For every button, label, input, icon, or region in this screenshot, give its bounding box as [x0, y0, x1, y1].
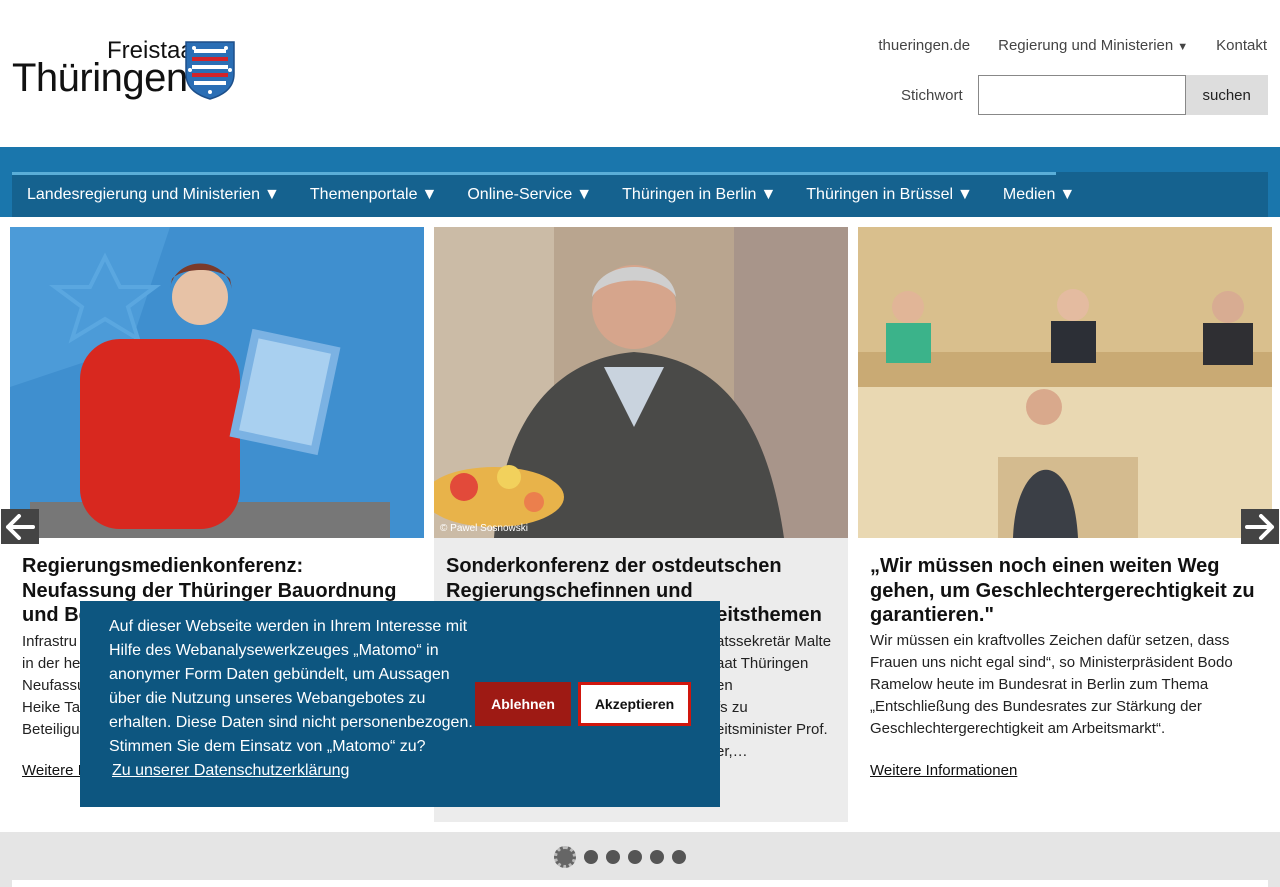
news-photo-bundesrat [858, 227, 1272, 538]
news-card-more-link[interactable]: Weitere I [22, 762, 82, 779]
mainnav-item-berlin[interactable]: Thüringen in Berlin ▼ [622, 186, 776, 204]
caret-down-icon: ▼ [957, 185, 973, 203]
cookie-message: Auf dieser Webseite werden in Ihrem Inte… [109, 618, 473, 755]
content-strip [12, 880, 1268, 887]
decline-button[interactable]: Ablehnen [475, 682, 571, 726]
news-card-title[interactable]: Sonderkonferenz der ostdeutschen Regieru… [446, 554, 842, 603]
carousel-dot-4[interactable] [628, 850, 642, 864]
carousel-dot-1[interactable] [554, 846, 576, 868]
mainnav-item-online-service[interactable]: Online-Service ▼ [467, 186, 592, 204]
caret-down-icon: ▼ [264, 185, 280, 203]
news-card-more-link[interactable]: Weitere Informationen [870, 762, 1017, 779]
photo-credit: © Pawel Sosnowski [440, 523, 528, 534]
carousel-dot-3[interactable] [606, 850, 620, 864]
site-logo[interactable]: Freistaat Thüringen [12, 38, 240, 102]
mainnav-item-bruessel[interactable]: Thüringen in Brüssel ▼ [806, 186, 973, 204]
accept-button[interactable]: Akzeptieren [578, 682, 691, 726]
mainnav-item-landesregierung[interactable]: Landesregierung und Ministerien ▼ [27, 186, 280, 204]
carousel-dot-5[interactable] [650, 850, 664, 864]
mainnav-item-themenportale[interactable]: Themenportale ▼ [310, 186, 437, 204]
news-card-teaser: Wir müssen ein kraftvolles Zeichen dafür… [870, 632, 1233, 737]
cookie-consent-banner: Auf dieser Webseite werden in Ihrem Inte… [80, 601, 720, 807]
topnav-link-regierung[interactable]: Regierung und Ministerien ▼ [998, 37, 1188, 54]
news-card-title[interactable]: „Wir müssen noch einen weiten Weg gehen,… [870, 554, 1266, 628]
coat-of-arms-icon [185, 41, 235, 100]
privacy-policy-link[interactable]: Zu unserer Datenschutzerklärung [112, 762, 349, 780]
search-button[interactable]: suchen [1185, 75, 1268, 115]
logo-line-thueringen: Thüringen [12, 56, 188, 100]
news-photo-conference: © Pawel Sosnowski [434, 227, 848, 538]
news-card[interactable]: „Wir müssen noch einen weiten Weg gehen,… [858, 227, 1272, 822]
carousel-dot-6[interactable] [672, 850, 686, 864]
arrow-right-icon [1245, 513, 1274, 540]
search-label: Stichwort [901, 86, 963, 104]
caret-down-icon: ▼ [1177, 41, 1189, 53]
caret-down-icon: ▼ [576, 185, 593, 203]
site-header: Freistaat Thüringen thueringen.de Regier… [0, 0, 1280, 147]
mainnav-item-medien[interactable]: Medien ▼ [1003, 186, 1075, 204]
arrow-left-icon [6, 513, 35, 540]
topnav-link-thueringen[interactable]: thueringen.de [878, 37, 970, 54]
main-navigation: Landesregierung und Ministerien ▼ Themenp… [12, 172, 1268, 217]
search-input[interactable] [977, 75, 1186, 115]
top-navigation: thueringen.de Regierung und Ministerien ▼… [878, 37, 1267, 54]
carousel-prev-button[interactable] [1, 509, 39, 544]
nav-accent-line [12, 172, 1056, 175]
caret-down-icon: ▼ [421, 185, 438, 203]
news-card-title-tail: heitsthemen [704, 604, 822, 626]
carousel-dot-2[interactable] [584, 850, 598, 864]
caret-down-icon: ▼ [760, 185, 777, 203]
news-card-teaser: atssekretär Malte aat Thüringen en fs zu… [716, 633, 832, 760]
topnav-link-kontakt[interactable]: Kontakt [1216, 37, 1267, 54]
search-form: Stichwort suchen [901, 75, 1268, 115]
carousel-pager [554, 846, 686, 868]
caret-down-icon: ▼ [1059, 185, 1076, 203]
news-photo-minister-report [10, 227, 424, 538]
carousel-next-button[interactable] [1241, 509, 1279, 544]
